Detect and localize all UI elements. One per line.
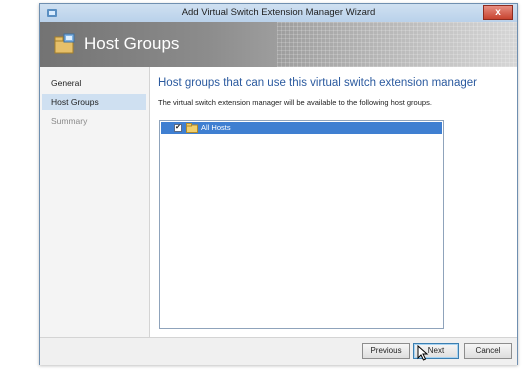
nav-item-label: General <box>51 78 82 88</box>
host-groups-icon <box>54 33 75 54</box>
banner-pattern <box>277 22 517 67</box>
host-group-tree[interactable]: ✔ All Hosts <box>159 120 444 329</box>
main-panel: Host groups that can use this virtual sw… <box>150 67 517 337</box>
close-icon: x <box>495 7 501 18</box>
nav-item-label: Summary <box>51 116 88 126</box>
close-button[interactable]: x <box>483 5 513 20</box>
wizard-nav: General Host Groups Summary <box>40 67 150 337</box>
tree-item-label: All Hosts <box>201 123 231 132</box>
wizard-banner: Host Groups <box>40 22 517 67</box>
page-title: Host Groups <box>84 34 180 53</box>
wizard-window: Add Virtual Switch Extension Manager Wiz… <box>39 3 518 365</box>
window-title: Add Virtual Switch Extension Manager Wiz… <box>181 7 376 18</box>
tree-item-all-hosts[interactable]: ✔ All Hosts <box>161 122 442 134</box>
cancel-button[interactable]: Cancel <box>464 343 512 359</box>
checkbox-all-hosts[interactable]: ✔ <box>174 124 182 132</box>
nav-item-summary[interactable]: Summary <box>42 113 146 129</box>
wizard-footer: Previous Next Cancel <box>40 337 517 365</box>
previous-button[interactable]: Previous <box>362 343 410 359</box>
folder-icon <box>186 123 198 133</box>
nav-item-label: Host Groups <box>51 97 99 107</box>
nav-item-host-groups[interactable]: Host Groups <box>42 94 146 110</box>
title-bar[interactable]: Add Virtual Switch Extension Manager Wiz… <box>40 4 517 22</box>
section-heading: Host groups that can use this virtual sw… <box>158 77 477 89</box>
nav-item-general[interactable]: General <box>42 75 146 91</box>
section-description: The virtual switch extension manager wil… <box>158 98 432 107</box>
next-button[interactable]: Next <box>413 343 459 359</box>
